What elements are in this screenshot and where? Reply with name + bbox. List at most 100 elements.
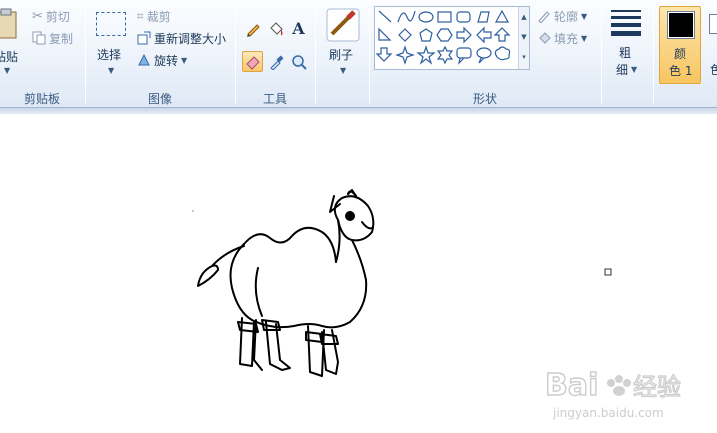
left-arrow-shape[interactable] [476, 26, 492, 44]
camel-drawing [197, 189, 375, 377]
pencil-icon [246, 23, 260, 37]
up-arrow-shape[interactable] [493, 27, 511, 42]
color2-swatch [709, 14, 717, 34]
diamond-shape[interactable] [398, 28, 412, 42]
watermark-url: jingyan.baidu.com [552, 406, 664, 420]
oval-callout-shape[interactable] [476, 47, 492, 64]
color2-label-line2: 色 [710, 63, 717, 77]
select-button[interactable]: 选择 ▼ [92, 6, 130, 84]
divider [85, 4, 86, 104]
resize-button[interactable]: 重新调整大小 [137, 29, 226, 47]
eraser-icon [245, 55, 260, 70]
curve-shape[interactable] [397, 10, 416, 23]
paintbrush-icon [326, 8, 360, 42]
cut-button[interactable]: ✂ 剪切 [32, 7, 70, 25]
copy-label: 复制 [49, 31, 74, 46]
copy-button[interactable]: 复制 [32, 29, 73, 47]
chevron-down-icon: ▼ [181, 55, 188, 65]
shapes-grid [375, 9, 511, 65]
divider [369, 4, 370, 104]
size-label-line2: 细 [616, 63, 629, 77]
chevron-down-icon: ▼ [340, 66, 347, 75]
rotate-icon [138, 53, 150, 66]
text-icon: A [292, 19, 305, 38]
color1-swatch [667, 11, 695, 39]
rounded-callout-shape[interactable] [456, 47, 472, 65]
fill-icon [539, 32, 551, 44]
paw-icon [607, 375, 631, 396]
size-label-line1: 粗 [619, 46, 632, 60]
divider [315, 4, 316, 104]
rotate-button[interactable]: 旋转 ▼ [137, 51, 187, 69]
paint-bucket-icon [269, 21, 283, 35]
four-point-star-shape[interactable] [395, 45, 415, 65]
oval-shape[interactable] [418, 11, 434, 23]
gallery-scrollbar[interactable]: ▲ ▼ ▾ [518, 7, 529, 69]
selection-rectangle-icon [96, 12, 126, 36]
chevron-down-icon: ▼ [4, 66, 11, 75]
paste-label: 粘贴 [0, 50, 19, 64]
pencil-button[interactable] [242, 18, 263, 39]
five-point-star-shape[interactable] [416, 45, 436, 65]
color2-button[interactable]: 色 [706, 6, 717, 84]
magnifier-button[interactable] [288, 51, 309, 72]
watermark-brand: Bai [545, 368, 598, 403]
select-label: 选择 [97, 48, 122, 62]
hexagon-shape[interactable] [436, 28, 453, 42]
polygon-shape[interactable] [477, 11, 490, 23]
brushes-button[interactable]: 刷子 ▼ [322, 6, 364, 84]
gallery-more-icon[interactable]: ▾ [519, 47, 529, 67]
tools-group-label: 工具 [262, 92, 287, 106]
baidu-watermark-logo: Bai 经验 jingyan.baidu.com [544, 355, 710, 425]
color1-button[interactable]: 颜 色 1 [659, 6, 701, 84]
size-button[interactable]: 粗 细 ▼ [607, 6, 649, 84]
rounded-rectangle-shape[interactable] [456, 11, 471, 23]
right-triangle-shape[interactable] [378, 27, 392, 41]
crop-icon: ⌗ [137, 8, 144, 23]
eraser-button[interactable] [242, 51, 263, 72]
image-group-label: 图像 [147, 92, 172, 106]
color1-label-line2: 色 1 [669, 64, 693, 78]
scroll-down-icon[interactable]: ▼ [519, 27, 529, 47]
fill-bucket-button[interactable] [265, 18, 286, 39]
copy-icon [32, 31, 46, 45]
paste-button[interactable]: 粘贴 ▼ [0, 6, 24, 84]
chevron-down-icon: ▼ [631, 65, 638, 74]
rotate-label: 旋转 [154, 53, 179, 68]
scissors-icon: ✂ [32, 8, 43, 24]
resize-icon [137, 31, 151, 45]
clipboard-group-label: 剪贴板 [23, 92, 60, 106]
canvas-resize-handle[interactable] [604, 268, 612, 276]
text-button[interactable]: A [288, 18, 309, 39]
triangle-shape[interactable] [494, 9, 510, 23]
color1-label-line1: 颜 [674, 47, 687, 61]
scroll-up-icon[interactable]: ▲ [519, 7, 529, 27]
crop-button[interactable]: ⌗ 裁剪 [137, 7, 171, 25]
right-arrow-shape[interactable] [456, 26, 472, 44]
chevron-down-icon: ▼ [108, 66, 115, 75]
clipboard-icon [0, 8, 17, 39]
fill-label: 填充 [554, 31, 579, 46]
chevron-down-icon: ▼ [581, 33, 588, 43]
ribbon: 粘贴 ▼ ✂ 剪切 复制 剪贴板 选择 ▼ ⌗ 裁剪 重新调整大小 旋转 ▼ 图… [0, 0, 717, 108]
shapes-gallery[interactable]: ▲ ▼ ▾ [374, 6, 530, 70]
cloud-callout-shape[interactable] [494, 46, 511, 61]
brushes-label: 刷子 [329, 48, 354, 62]
divider [601, 4, 602, 104]
rectangle-shape[interactable] [437, 11, 452, 23]
pentagon-shape[interactable] [419, 28, 433, 42]
stray-pixel [192, 210, 194, 212]
six-point-star-shape[interactable] [436, 45, 454, 65]
divider [653, 4, 654, 104]
color-picker-button[interactable] [265, 51, 286, 72]
line-shape[interactable] [378, 10, 392, 23]
outline-label: 轮廓 [554, 9, 579, 24]
magnifier-icon [291, 54, 307, 70]
down-arrow-shape[interactable] [375, 47, 393, 62]
watermark-brand-suffix: 经验 [633, 373, 681, 401]
divider [235, 4, 236, 104]
outline-button[interactable]: 轮廓 ▼ [537, 7, 587, 25]
line-width-icon [611, 10, 641, 40]
outline-icon [538, 11, 550, 23]
fill-button[interactable]: 填充 ▼ [537, 29, 587, 47]
